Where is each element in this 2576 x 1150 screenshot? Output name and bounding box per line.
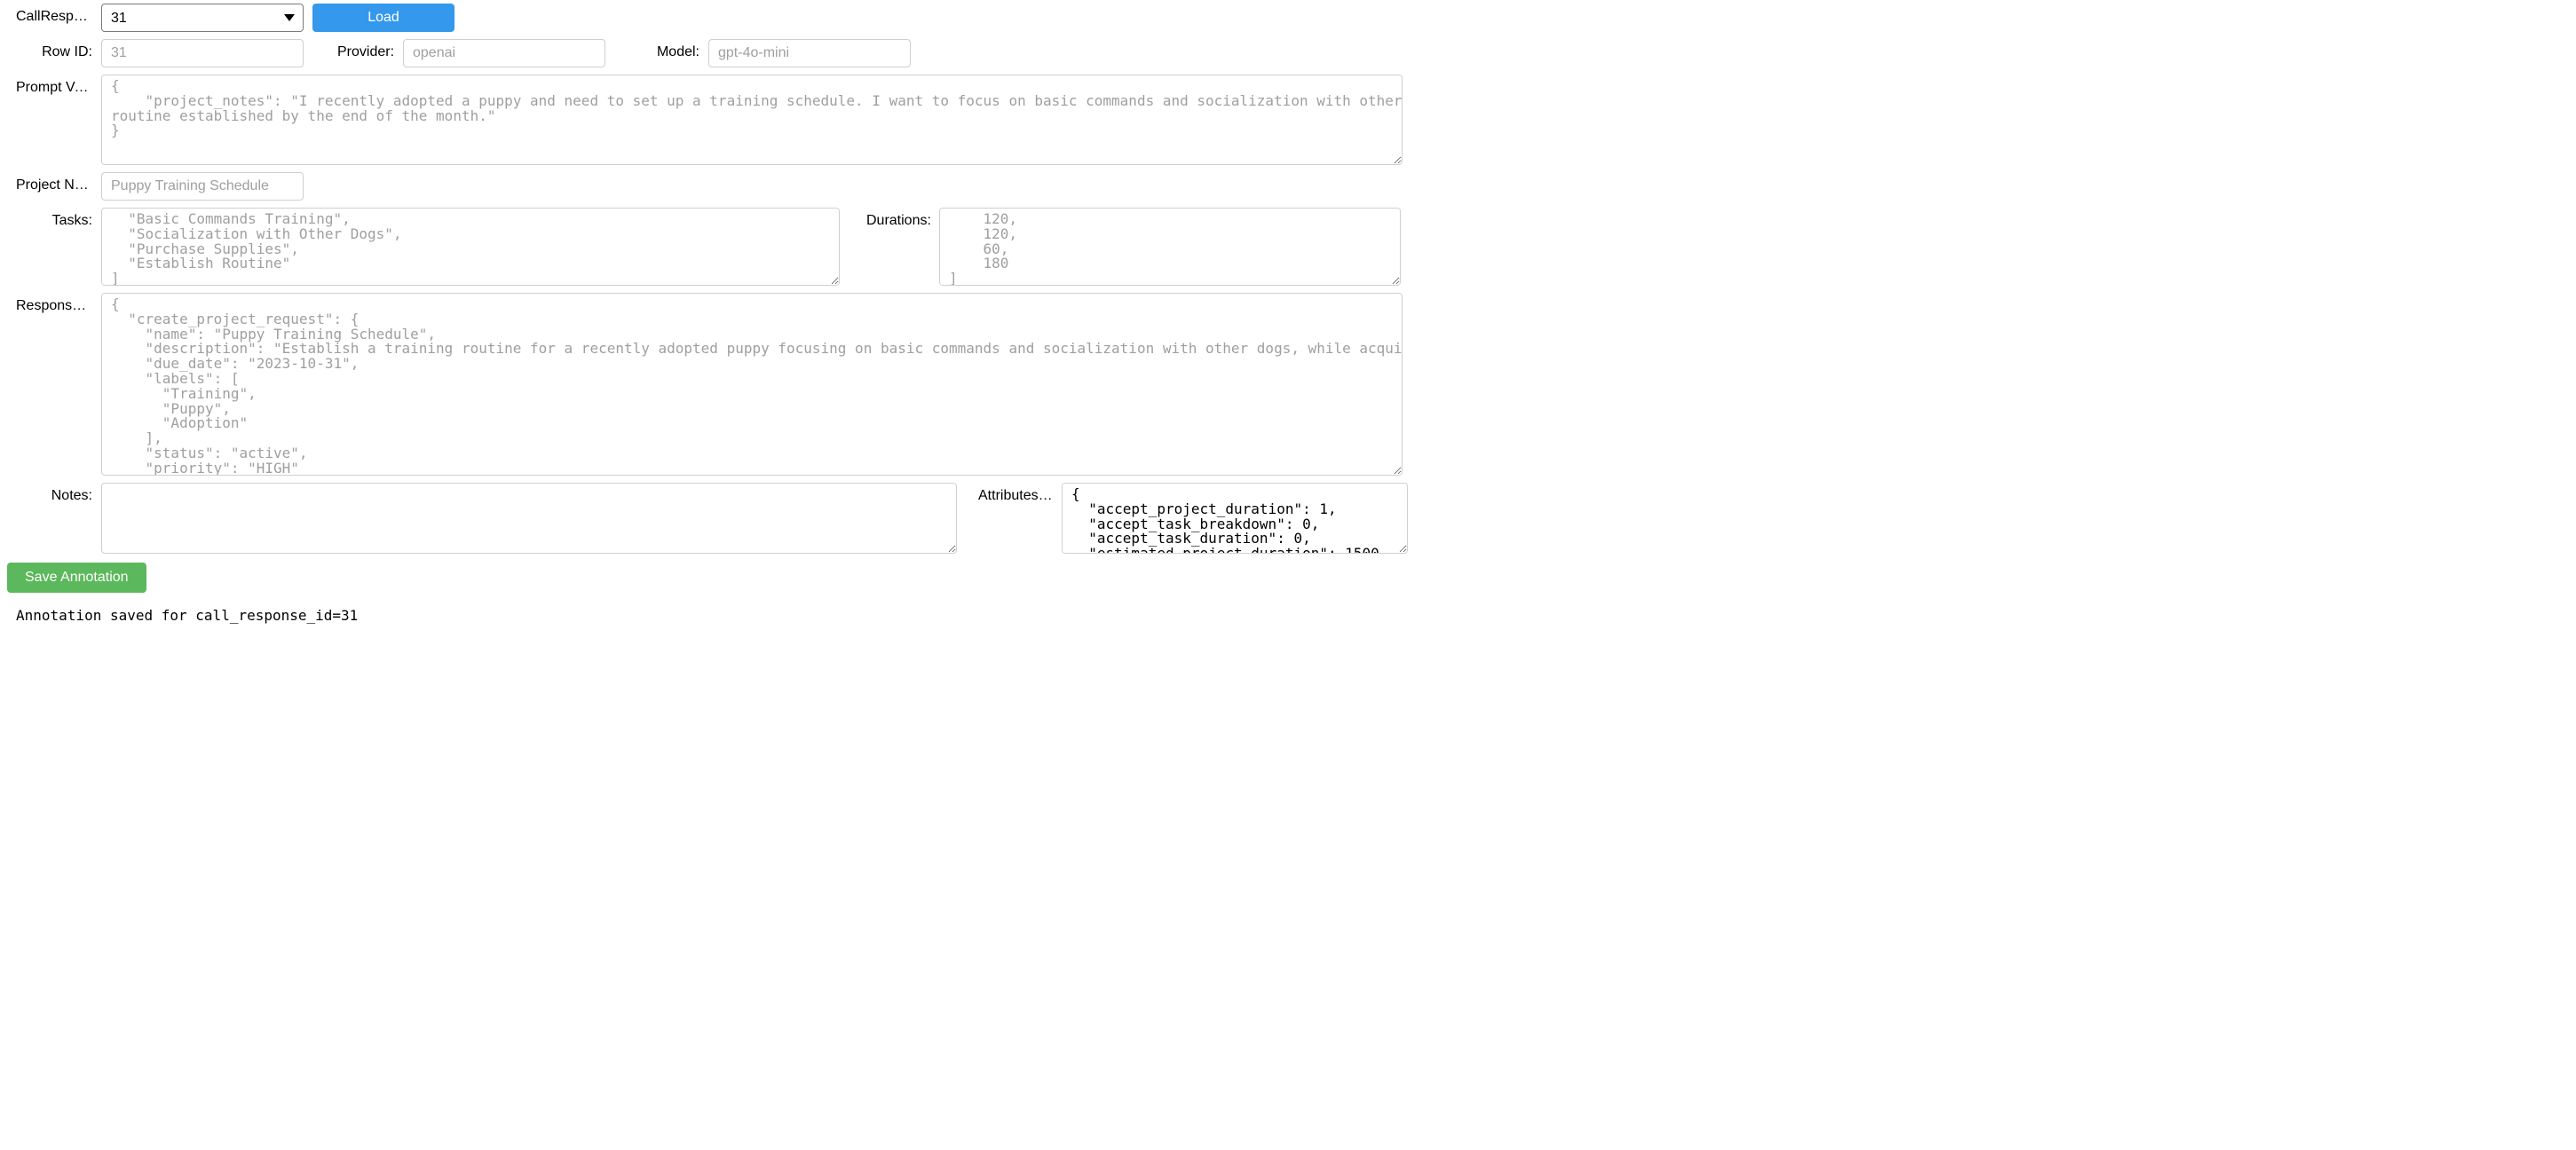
provider-label: Provider: (337, 39, 394, 60)
project-name-label: Project Na… (16, 172, 92, 193)
model-label: Model: (655, 39, 699, 60)
row-id-label: Row ID: (16, 39, 92, 60)
model-input[interactable] (708, 39, 911, 67)
notes-textarea[interactable] (101, 483, 957, 554)
save-annotation-button[interactable]: Save Annotation (7, 563, 146, 593)
prompt-vars-label: Prompt Vars: (16, 75, 92, 96)
provider-input[interactable] (403, 39, 605, 67)
tasks-label: Tasks: (16, 208, 92, 229)
response-label: Response … (16, 293, 92, 314)
durations-textarea[interactable] (939, 208, 1401, 286)
tasks-textarea[interactable] (101, 208, 840, 286)
response-textarea[interactable] (101, 293, 1403, 476)
load-button[interactable]: Load (312, 4, 454, 32)
attributes-label: Attributes (… (978, 483, 1053, 504)
prompt-vars-textarea[interactable] (101, 75, 1403, 165)
callresponse-select-wrap: 31 (101, 4, 304, 32)
attributes-textarea[interactable] (1062, 483, 1408, 554)
callresponse-select[interactable]: 31 (101, 4, 304, 32)
notes-label: Notes: (16, 483, 92, 504)
durations-label: Durations: (866, 208, 930, 229)
project-name-input[interactable] (101, 172, 304, 201)
callresponse-label: CallRespon… (16, 4, 92, 25)
status-message: Annotation saved for call_response_id=31 (16, 607, 2576, 624)
row-id-input[interactable] (101, 39, 304, 67)
